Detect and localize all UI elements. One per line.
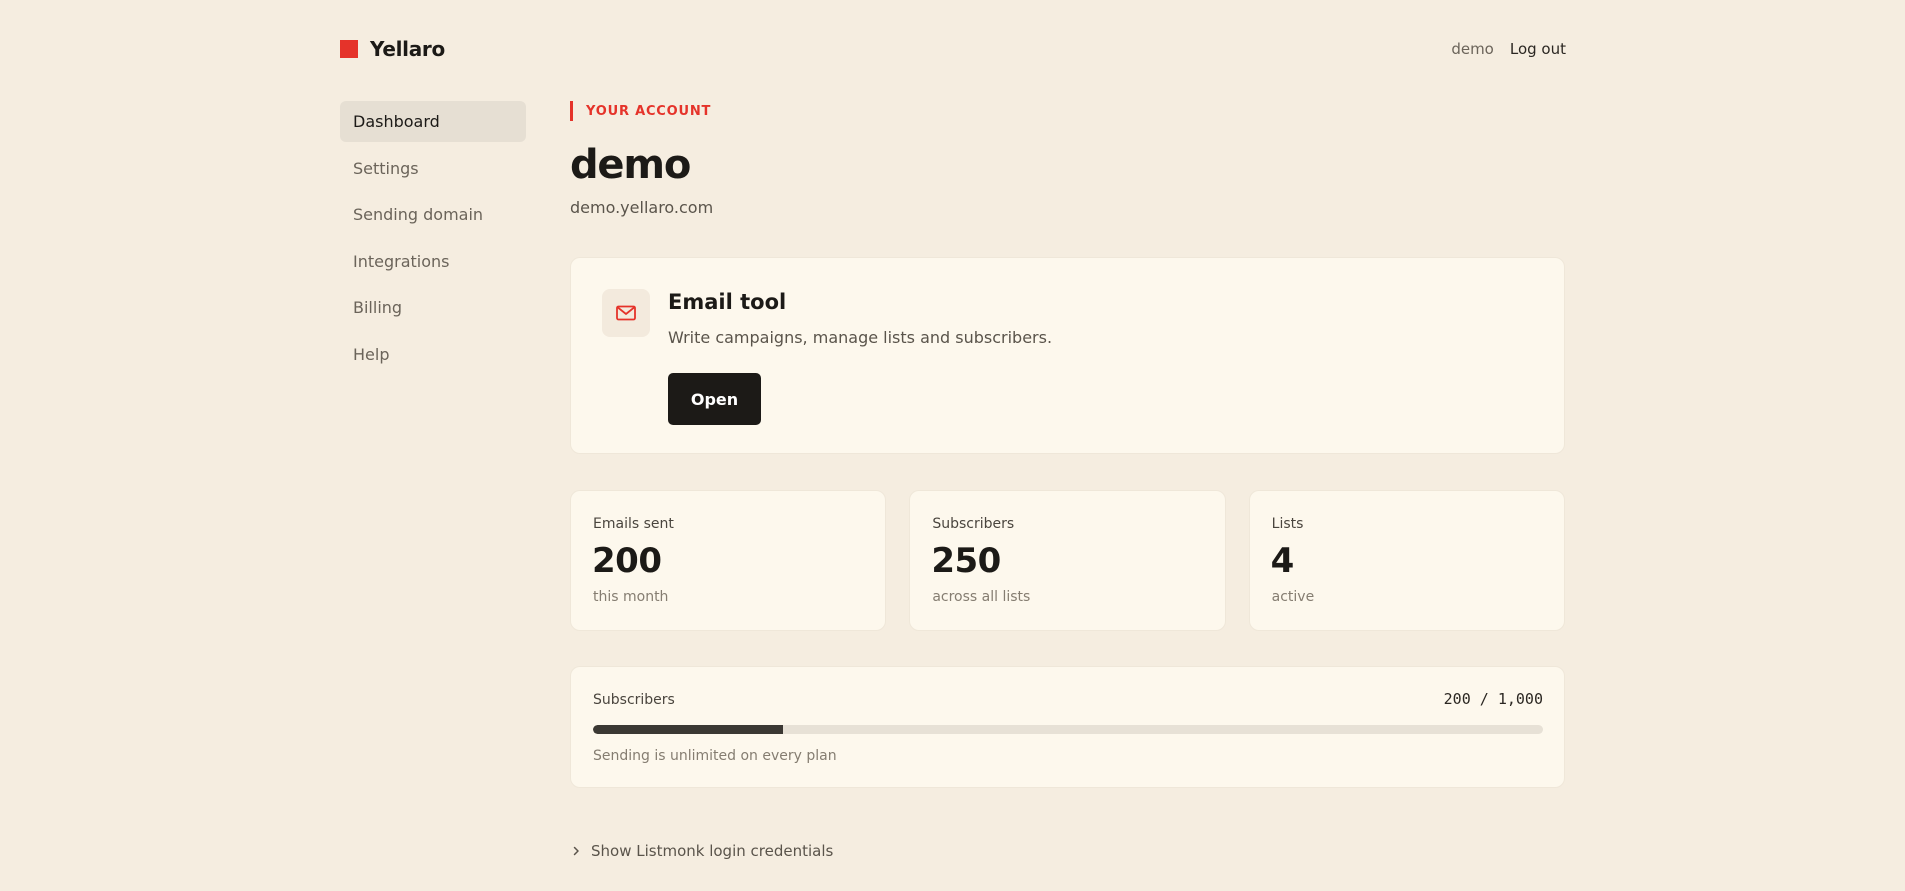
top-header: Yellaro demo Log out (340, 32, 1566, 66)
page-title: demo (570, 142, 691, 188)
usage-progress-fill (593, 725, 783, 734)
header-username: demo (1451, 40, 1494, 58)
logout-link[interactable]: Log out (1510, 40, 1566, 58)
brand-logo-icon (340, 40, 358, 58)
sidebar-item-integrations[interactable]: Integrations (340, 241, 526, 282)
stat-caption: across all lists (932, 589, 1031, 605)
main-content: YOUR ACCOUNT demo demo.yellaro.com Email… (570, 101, 1565, 860)
usage-note: Sending is unlimited on every plan (593, 748, 837, 764)
brand[interactable]: Yellaro (340, 37, 445, 61)
usage-progress-bar (593, 725, 1543, 734)
stats-row: Emails sent 200 this month Subscribers 2… (570, 490, 1565, 631)
email-tool-card: Email tool Write campaigns, manage lists… (570, 257, 1565, 454)
sidebar-item-billing[interactable]: Billing (340, 287, 526, 328)
open-email-tool-button[interactable]: Open (668, 373, 761, 425)
stat-card-subscribers: Subscribers 250 across all lists (909, 490, 1226, 631)
mail-icon-glyph (616, 305, 636, 321)
stat-value: 250 (931, 541, 1001, 581)
sidebar-item-dashboard[interactable]: Dashboard (340, 101, 526, 142)
usage-count: 200 / 1,000 (1443, 690, 1543, 708)
stat-card-lists: Lists 4 active (1248, 490, 1565, 631)
stat-card-emails-sent: Emails sent 200 this month (570, 490, 887, 631)
chevron-right-icon (570, 846, 581, 856)
tool-description: Write campaigns, manage lists and subscr… (668, 328, 1053, 347)
mail-icon (602, 289, 650, 337)
section-eyebrow: YOUR ACCOUNT (570, 101, 1565, 121)
stat-caption: this month (593, 589, 669, 605)
stat-label: Emails sent (593, 516, 674, 532)
page: Yellaro demo Log out Dashboard Settings … (0, 0, 1905, 891)
sidebar-item-sending-domain[interactable]: Sending domain (340, 194, 526, 235)
stat-label: Subscribers (932, 516, 1015, 532)
tool-title: Email tool (668, 290, 787, 314)
sidebar-item-help[interactable]: Help (340, 334, 526, 375)
subscriber-usage-card: Subscribers 200 / 1,000 Sending is unlim… (570, 666, 1565, 788)
stat-caption: active (1271, 589, 1315, 605)
header-account: demo Log out (1451, 40, 1566, 58)
stat-label: Lists (1271, 516, 1304, 532)
stat-value: 200 (592, 541, 662, 581)
stat-value: 4 (1270, 541, 1295, 581)
usage-label: Subscribers (593, 692, 675, 708)
sidebar-nav: Dashboard Settings Sending domain Integr… (340, 101, 526, 380)
brand-name: Yellaro (370, 37, 445, 61)
sidebar-item-settings[interactable]: Settings (340, 148, 526, 189)
show-credentials-label: Show Listmonk login credentials (591, 842, 834, 860)
account-domain: demo.yellaro.com (570, 198, 714, 217)
show-credentials-toggle[interactable]: Show Listmonk login credentials (570, 842, 833, 860)
